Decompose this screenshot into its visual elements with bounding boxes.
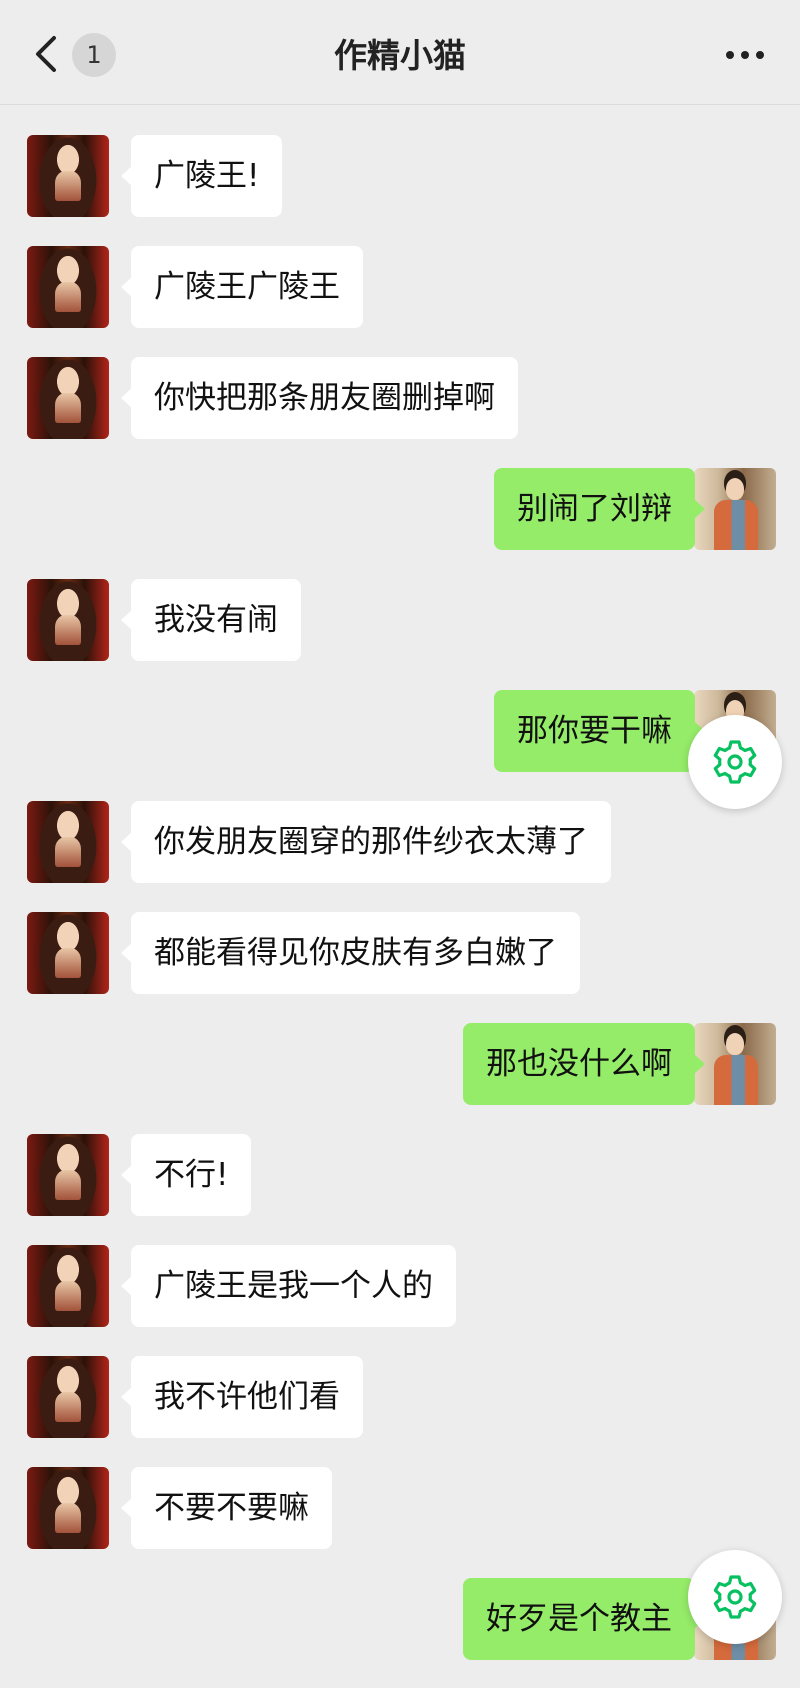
message-bubble[interactable]: 我没有闹 bbox=[121, 579, 301, 661]
gear-icon bbox=[713, 740, 757, 784]
message-bubble[interactable]: 都能看得见你皮肤有多白嫩了 bbox=[121, 912, 580, 994]
message-row-incoming: 广陵王! bbox=[0, 135, 800, 219]
message-row-incoming: 都能看得见你皮肤有多白嫩了 bbox=[0, 912, 800, 996]
message-bubble[interactable]: 别闹了刘辩 bbox=[494, 468, 705, 550]
contact-avatar[interactable] bbox=[27, 801, 109, 883]
message-bubble[interactable]: 不行! bbox=[120, 1134, 252, 1216]
contact-avatar[interactable] bbox=[27, 912, 109, 994]
unread-count-badge[interactable]: 1 bbox=[72, 33, 116, 77]
self-avatar[interactable] bbox=[694, 1023, 776, 1105]
message-bubble[interactable]: 我不许他们看 bbox=[121, 1356, 363, 1438]
message-bubble[interactable]: 广陵王! bbox=[120, 135, 283, 217]
message-row-incoming: 你发朋友圈穿的那件纱衣太薄了 bbox=[0, 801, 800, 885]
floating-settings-button[interactable] bbox=[688, 1550, 782, 1644]
message-bubble[interactable]: 好歹是个教主 bbox=[463, 1578, 705, 1660]
contact-avatar[interactable] bbox=[27, 357, 109, 439]
message-row-outgoing: 好歹是个教主 bbox=[0, 1578, 800, 1662]
message-bubble[interactable]: 不要不要嘛 bbox=[121, 1467, 332, 1549]
contact-avatar[interactable] bbox=[27, 1356, 109, 1438]
more-dots-icon[interactable] bbox=[722, 38, 768, 68]
message-row-outgoing: 别闹了刘辩 bbox=[0, 468, 800, 552]
message-row-incoming: 不行! bbox=[0, 1134, 800, 1218]
gear-icon bbox=[713, 1575, 757, 1619]
message-row-incoming: 广陵王广陵王 bbox=[0, 246, 800, 330]
contact-avatar[interactable] bbox=[27, 135, 109, 217]
message-bubble[interactable]: 你快把那条朋友圈删掉啊 bbox=[121, 357, 518, 439]
self-avatar[interactable] bbox=[694, 468, 776, 550]
message-bubble[interactable]: 广陵王广陵王 bbox=[121, 246, 363, 328]
message-bubble[interactable]: 你发朋友圈穿的那件纱衣太薄了 bbox=[121, 801, 611, 883]
chat-title: 作精小猫 bbox=[334, 36, 466, 75]
chevron-left-icon[interactable] bbox=[30, 34, 62, 74]
contact-avatar[interactable] bbox=[27, 579, 109, 661]
contact-avatar[interactable] bbox=[27, 1134, 109, 1216]
message-bubble[interactable]: 那你要干嘛 bbox=[494, 690, 705, 772]
message-row-incoming: 我不许他们看 bbox=[0, 1356, 800, 1440]
message-row-outgoing: 那你要干嘛 bbox=[0, 690, 800, 774]
message-list[interactable]: 广陵王! 广陵王广陵王 你快把那条朋友圈删掉啊 别闹了刘辩 我没有闹 那你要干嘛… bbox=[0, 104, 800, 1688]
message-row-incoming: 我没有闹 bbox=[0, 579, 800, 663]
contact-avatar[interactable] bbox=[27, 246, 109, 328]
message-row-incoming: 你快把那条朋友圈删掉啊 bbox=[0, 357, 800, 441]
contact-avatar[interactable] bbox=[27, 1245, 109, 1327]
message-row-incoming: 不要不要嘛 bbox=[0, 1467, 800, 1551]
message-row-incoming: 广陵王是我一个人的 bbox=[0, 1245, 800, 1329]
message-bubble[interactable]: 广陵王是我一个人的 bbox=[121, 1245, 456, 1327]
message-bubble[interactable]: 那也没什么啊 bbox=[463, 1023, 705, 1105]
message-row-outgoing: 那也没什么啊 bbox=[0, 1023, 800, 1107]
contact-avatar[interactable] bbox=[27, 1467, 109, 1549]
floating-settings-button[interactable] bbox=[688, 715, 782, 809]
chat-header: 1 作精小猫 bbox=[0, 0, 800, 105]
